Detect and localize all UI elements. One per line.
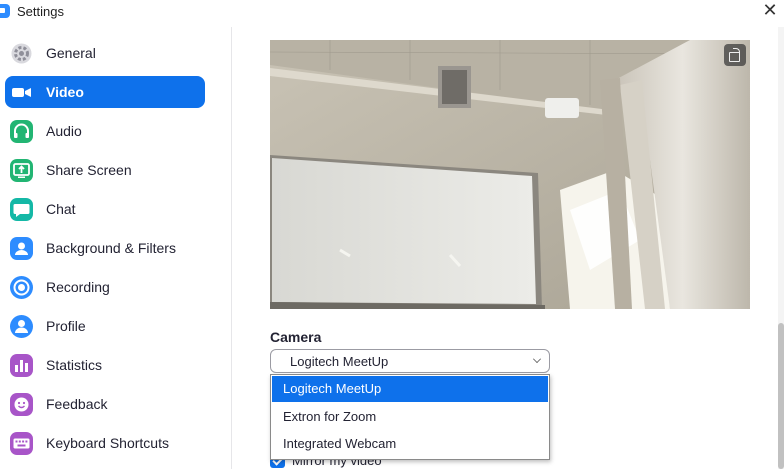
sidebar-item-audio[interactable]: Audio xyxy=(5,115,205,147)
gear-icon xyxy=(10,42,33,65)
sidebar-item-label: Background & Filters xyxy=(46,240,176,256)
video-preview xyxy=(270,40,750,309)
headphones-icon xyxy=(10,120,33,143)
bar-chart-icon xyxy=(10,354,33,377)
chat-bubble-icon xyxy=(10,198,33,221)
keyboard-icon xyxy=(10,432,33,455)
person-background-icon xyxy=(10,237,33,260)
camera-select[interactable]: Logitech MeetUp xyxy=(270,349,550,373)
sidebar-item-chat[interactable]: Chat xyxy=(5,193,205,225)
title-bar: Settings ✕ xyxy=(0,0,784,24)
sidebar-item-feedback[interactable]: Feedback xyxy=(5,388,205,420)
camera-feed-image xyxy=(270,40,750,309)
sidebar-item-video[interactable]: Video xyxy=(5,76,205,108)
camera-dropdown-list: Logitech MeetUp Extron for Zoom Integrat… xyxy=(270,374,550,460)
sidebar-item-keyboard-shortcuts[interactable]: Keyboard Shortcuts xyxy=(5,427,205,459)
sidebar-item-label: Video xyxy=(46,84,84,100)
camera-option-logitech-meetup[interactable]: Logitech MeetUp xyxy=(272,376,548,402)
sidebar-item-label: Audio xyxy=(46,123,82,139)
sidebar-item-label: Recording xyxy=(46,279,110,295)
share-screen-icon xyxy=(10,159,33,182)
sidebar-item-statistics[interactable]: Statistics xyxy=(5,349,205,381)
sidebar-item-profile[interactable]: Profile xyxy=(5,310,205,342)
close-button[interactable]: ✕ xyxy=(758,0,782,24)
sidebar-item-label: Chat xyxy=(46,201,76,217)
window-title: Settings xyxy=(17,4,64,19)
sidebar-item-label: Keyboard Shortcuts xyxy=(46,435,169,451)
sidebar-item-label: General xyxy=(46,45,96,61)
chevron-down-icon xyxy=(533,355,541,363)
camera-section-label: Camera xyxy=(270,329,322,345)
sidebar-item-recording[interactable]: Recording xyxy=(5,271,205,303)
profile-icon xyxy=(10,315,33,338)
sidebar-item-label: Feedback xyxy=(46,396,108,412)
content-scrollbar[interactable] xyxy=(778,27,784,469)
settings-sidebar: General Video Audio Share Screen Chat Ba… xyxy=(0,27,232,469)
rotate-video-button[interactable] xyxy=(724,44,746,66)
sidebar-item-general[interactable]: General xyxy=(5,37,205,69)
video-settings-panel: Camera Logitech MeetUp Mirror my video L… xyxy=(233,27,784,469)
sidebar-item-label: Profile xyxy=(46,318,86,334)
camera-option-extron-for-zoom[interactable]: Extron for Zoom xyxy=(272,404,548,430)
sidebar-item-label: Share Screen xyxy=(46,162,132,178)
scrollbar-thumb[interactable] xyxy=(778,323,784,469)
record-icon xyxy=(10,276,33,299)
sidebar-item-share-screen[interactable]: Share Screen xyxy=(5,154,205,186)
sidebar-item-background-filters[interactable]: Background & Filters xyxy=(5,232,205,264)
video-camera-icon xyxy=(10,81,33,104)
camera-option-integrated-webcam[interactable]: Integrated Webcam xyxy=(272,431,548,457)
camera-select-value: Logitech MeetUp xyxy=(290,354,389,369)
zoom-app-icon xyxy=(0,4,10,18)
sidebar-item-label: Statistics xyxy=(46,357,103,373)
smiley-icon xyxy=(10,393,33,416)
